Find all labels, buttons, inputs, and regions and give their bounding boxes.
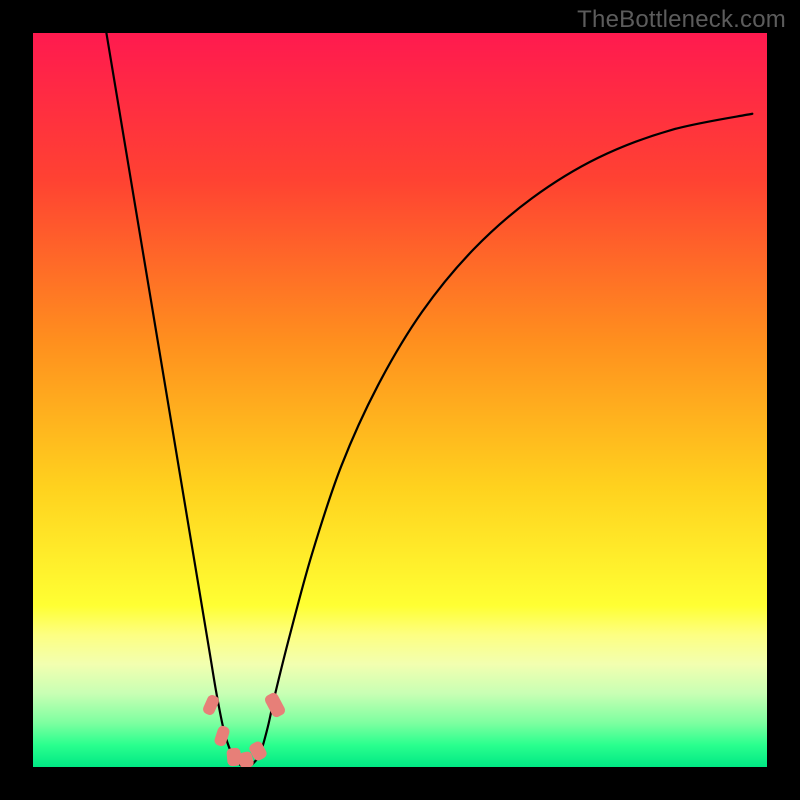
bottleneck-curve [106, 33, 752, 767]
watermark-text: TheBottleneck.com [577, 6, 786, 34]
curve-layer [33, 33, 767, 767]
plot-area [33, 33, 767, 767]
chart-frame: TheBottleneck.com [0, 0, 800, 800]
